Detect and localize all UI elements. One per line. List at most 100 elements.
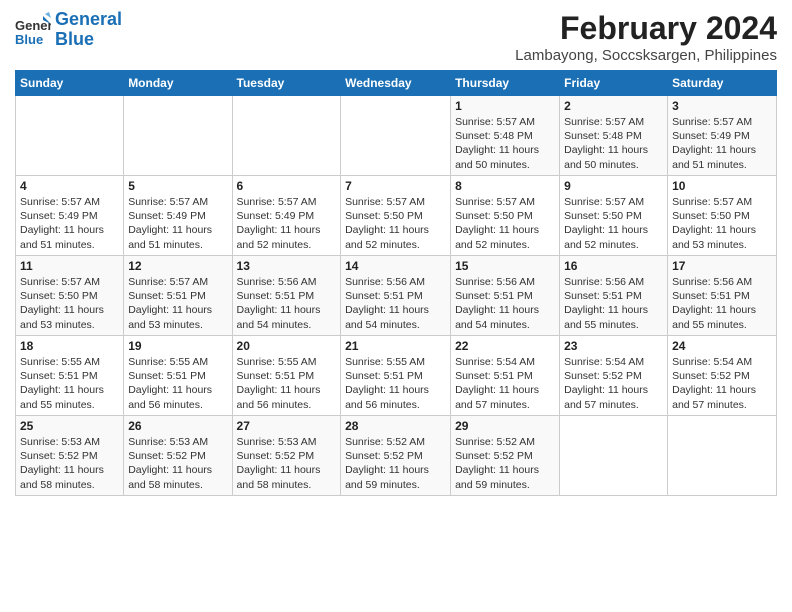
calendar-cell: 22 Sunrise: 5:54 AM Sunset: 5:51 PM Dayli…	[451, 336, 560, 416]
day-number: 25	[20, 419, 119, 433]
logo-icon: General Blue	[15, 12, 51, 48]
title-area: February 2024 Lambayong, Soccsksargen, P…	[515, 10, 777, 64]
header-friday: Friday	[560, 71, 668, 96]
svg-text:Blue: Blue	[15, 32, 43, 47]
day-info: Sunrise: 5:52 AM Sunset: 5:52 PM Dayligh…	[345, 435, 446, 492]
day-info: Sunrise: 5:53 AM Sunset: 5:52 PM Dayligh…	[237, 435, 337, 492]
calendar-week-3: 11 Sunrise: 5:57 AM Sunset: 5:50 PM Dayli…	[16, 256, 777, 336]
calendar-cell: 8 Sunrise: 5:57 AM Sunset: 5:50 PM Daylig…	[451, 176, 560, 256]
day-number: 7	[345, 179, 446, 193]
calendar-cell: 6Sunrise: 5:57 AM Sunset: 5:49 PM Daylig…	[232, 176, 341, 256]
day-info: Sunrise: 5:57 AM Sunset: 5:50 PM Dayligh…	[20, 275, 119, 332]
day-number: 15	[455, 259, 555, 273]
day-info: Sunrise: 5:57 AM Sunset: 5:50 PM Dayligh…	[345, 195, 446, 252]
calendar-cell: 15 Sunrise: 5:56 AM Sunset: 5:51 PM Dayli…	[451, 256, 560, 336]
day-number: 16	[564, 259, 663, 273]
day-info: Sunrise: 5:55 AM Sunset: 5:51 PM Dayligh…	[237, 355, 337, 412]
calendar-cell: 23 Sunrise: 5:54 AM Sunset: 5:52 PM Dayli…	[560, 336, 668, 416]
day-number: 9	[564, 179, 663, 193]
day-number: 20	[237, 339, 337, 353]
calendar-week-5: 25 Sunrise: 5:53 AM Sunset: 5:52 PM Dayli…	[16, 416, 777, 496]
day-info: Sunrise: 5:52 AM Sunset: 5:52 PM Dayligh…	[455, 435, 555, 492]
day-info: Sunrise: 5:55 AM Sunset: 5:51 PM Dayligh…	[128, 355, 227, 412]
day-info: Sunrise: 5:54 AM Sunset: 5:52 PM Dayligh…	[672, 355, 772, 412]
calendar-cell: 10 Sunrise: 5:57 AM Sunset: 5:50 PM Dayli…	[668, 176, 777, 256]
calendar-cell: 14 Sunrise: 5:56 AM Sunset: 5:51 PM Dayli…	[341, 256, 451, 336]
day-number: 11	[20, 259, 119, 273]
header-monday: Monday	[124, 71, 232, 96]
day-number: 12	[128, 259, 227, 273]
day-info: Sunrise: 5:57 AM Sunset: 5:50 PM Dayligh…	[564, 195, 663, 252]
calendar-cell: 3 Sunrise: 5:57 AM Sunset: 5:49 PM Daylig…	[668, 96, 777, 176]
day-info: Sunrise: 5:57 AM Sunset: 5:49 PM Dayligh…	[672, 115, 772, 172]
calendar-cell: 9 Sunrise: 5:57 AM Sunset: 5:50 PM Daylig…	[560, 176, 668, 256]
day-number: 3	[672, 99, 772, 113]
day-number: 6	[237, 179, 337, 193]
day-number: 18	[20, 339, 119, 353]
calendar-header-row: SundayMondayTuesdayWednesdayThursdayFrid…	[16, 71, 777, 96]
header-saturday: Saturday	[668, 71, 777, 96]
day-info: Sunrise: 5:54 AM Sunset: 5:51 PM Dayligh…	[455, 355, 555, 412]
header-wednesday: Wednesday	[341, 71, 451, 96]
calendar-cell	[124, 96, 232, 176]
calendar-cell: 2 Sunrise: 5:57 AM Sunset: 5:48 PM Daylig…	[560, 96, 668, 176]
day-number: 14	[345, 259, 446, 273]
header-tuesday: Tuesday	[232, 71, 341, 96]
day-number: 27	[237, 419, 337, 433]
calendar-cell: 5 Sunrise: 5:57 AM Sunset: 5:49 PM Daylig…	[124, 176, 232, 256]
day-info: Sunrise: 5:57 AM Sunset: 5:48 PM Dayligh…	[564, 115, 663, 172]
day-number: 24	[672, 339, 772, 353]
calendar-cell: 16 Sunrise: 5:56 AM Sunset: 5:51 PM Dayli…	[560, 256, 668, 336]
calendar-cell: 7 Sunrise: 5:57 AM Sunset: 5:50 PM Daylig…	[341, 176, 451, 256]
calendar-cell: 12Sunrise: 5:57 AM Sunset: 5:51 PM Dayli…	[124, 256, 232, 336]
logo-general: General	[55, 9, 122, 29]
day-info: Sunrise: 5:56 AM Sunset: 5:51 PM Dayligh…	[672, 275, 772, 332]
day-number: 29	[455, 419, 555, 433]
calendar-cell: 4Sunrise: 5:57 AM Sunset: 5:49 PM Daylig…	[16, 176, 124, 256]
day-number: 10	[672, 179, 772, 193]
calendar-cell	[668, 416, 777, 496]
calendar-week-2: 4 Sunrise: 5:57 AM Sunset: 5:49 PM Daylig…	[16, 176, 777, 256]
day-number: 23	[564, 339, 663, 353]
day-info: Sunrise: 5:56 AM Sunset: 5:51 PM Dayligh…	[564, 275, 663, 332]
day-number: 1	[455, 99, 555, 113]
day-info: Sunrise: 5:54 AM Sunset: 5:52 PM Dayligh…	[564, 355, 663, 412]
day-number: 5	[128, 179, 227, 193]
day-number: 4	[20, 179, 119, 193]
calendar-cell	[560, 416, 668, 496]
calendar-cell: 20 Sunrise: 5:55 AM Sunset: 5:51 PM Dayli…	[232, 336, 341, 416]
calendar-cell: 25 Sunrise: 5:53 AM Sunset: 5:52 PM Dayli…	[16, 416, 124, 496]
calendar-cell: 19 Sunrise: 5:55 AM Sunset: 5:51 PM Dayli…	[124, 336, 232, 416]
calendar-cell: 28Sunrise: 5:52 AM Sunset: 5:52 PM Dayli…	[341, 416, 451, 496]
day-info: Sunrise: 5:57 AM Sunset: 5:48 PM Dayligh…	[455, 115, 555, 172]
calendar-cell: 18 Sunrise: 5:55 AM Sunset: 5:51 PM Dayli…	[16, 336, 124, 416]
day-info: Sunrise: 5:57 AM Sunset: 5:49 PM Dayligh…	[128, 195, 227, 252]
day-info: Sunrise: 5:56 AM Sunset: 5:51 PM Dayligh…	[345, 275, 446, 332]
day-number: 2	[564, 99, 663, 113]
day-number: 19	[128, 339, 227, 353]
calendar-cell: 27 Sunrise: 5:53 AM Sunset: 5:52 PM Dayli…	[232, 416, 341, 496]
day-info: Sunrise: 5:56 AM Sunset: 5:51 PM Dayligh…	[237, 275, 337, 332]
calendar-week-4: 18 Sunrise: 5:55 AM Sunset: 5:51 PM Dayli…	[16, 336, 777, 416]
day-info: Sunrise: 5:56 AM Sunset: 5:51 PM Dayligh…	[455, 275, 555, 332]
day-info: Sunrise: 5:57 AM Sunset: 5:50 PM Dayligh…	[455, 195, 555, 252]
day-info: Sunrise: 5:53 AM Sunset: 5:52 PM Dayligh…	[20, 435, 119, 492]
day-info: Sunrise: 5:55 AM Sunset: 5:51 PM Dayligh…	[345, 355, 446, 412]
day-number: 17	[672, 259, 772, 273]
day-info: Sunrise: 5:53 AM Sunset: 5:52 PM Dayligh…	[128, 435, 227, 492]
calendar-cell: 17 Sunrise: 5:56 AM Sunset: 5:51 PM Dayli…	[668, 256, 777, 336]
day-number: 8	[455, 179, 555, 193]
calendar-cell: 11 Sunrise: 5:57 AM Sunset: 5:50 PM Dayli…	[16, 256, 124, 336]
day-number: 22	[455, 339, 555, 353]
calendar-cell: 13Sunrise: 5:56 AM Sunset: 5:51 PM Dayli…	[232, 256, 341, 336]
calendar-table: SundayMondayTuesdayWednesdayThursdayFrid…	[15, 70, 777, 496]
calendar-cell: 1 Sunrise: 5:57 AM Sunset: 5:48 PM Daylig…	[451, 96, 560, 176]
calendar-cell	[341, 96, 451, 176]
page-header: General Blue General Blue February 2024 …	[15, 10, 777, 64]
calendar-cell	[16, 96, 124, 176]
day-number: 26	[128, 419, 227, 433]
calendar-cell: 26 Sunrise: 5:53 AM Sunset: 5:52 PM Dayli…	[124, 416, 232, 496]
day-info: Sunrise: 5:55 AM Sunset: 5:51 PM Dayligh…	[20, 355, 119, 412]
calendar-week-1: 1 Sunrise: 5:57 AM Sunset: 5:48 PM Daylig…	[16, 96, 777, 176]
day-info: Sunrise: 5:57 AM Sunset: 5:50 PM Dayligh…	[672, 195, 772, 252]
